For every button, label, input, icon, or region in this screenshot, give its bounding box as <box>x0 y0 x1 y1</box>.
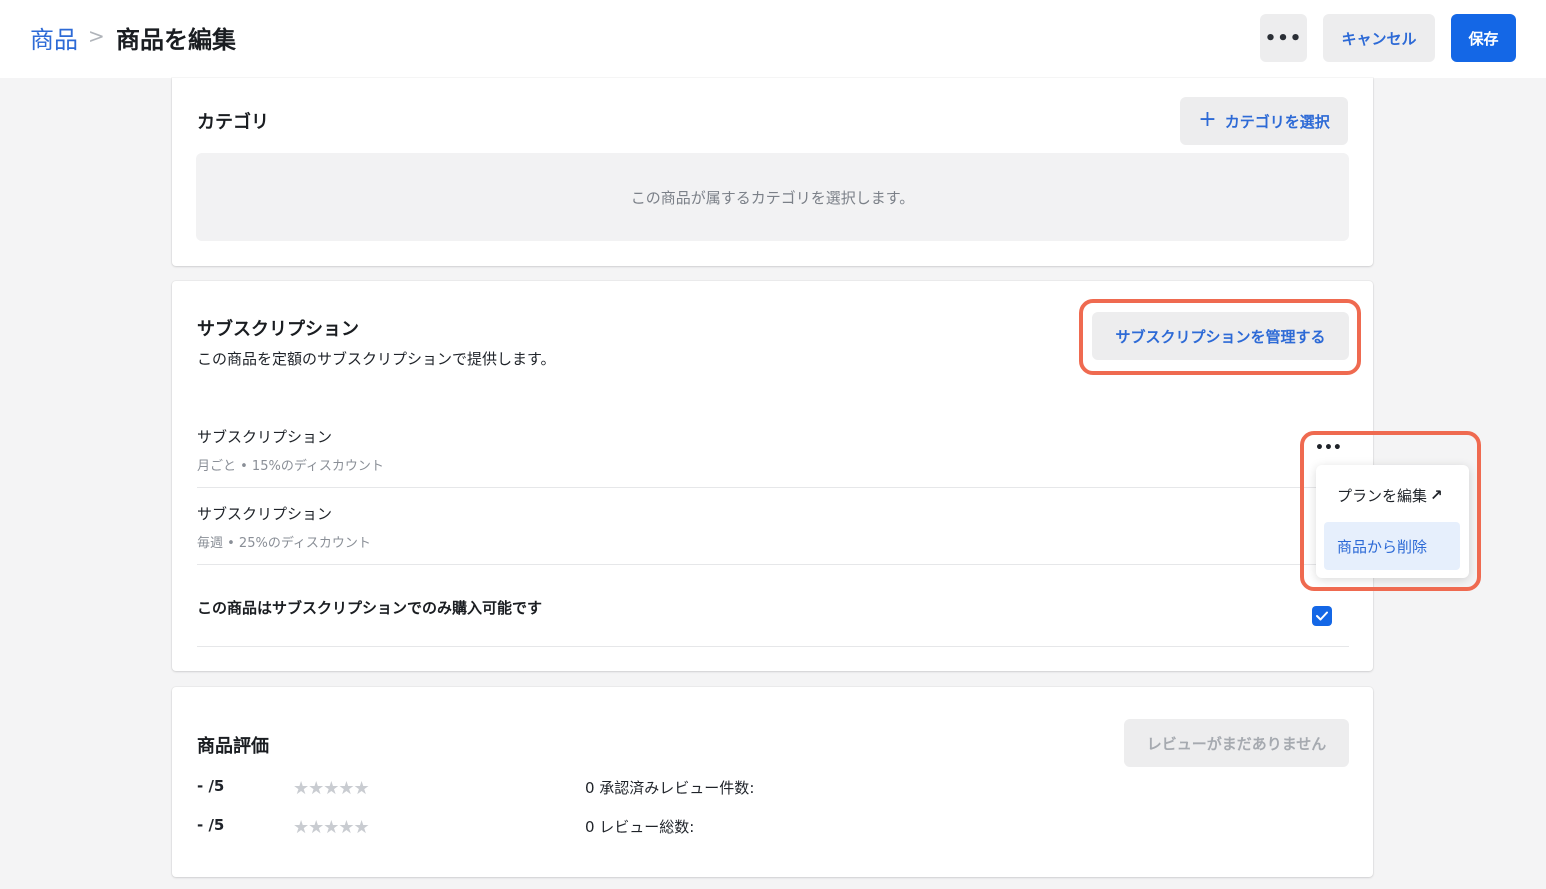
total-review-count: 0 レビュー総数: <box>585 818 695 836</box>
cancel-button[interactable]: キャンセル <box>1323 14 1435 62</box>
plan-name: サブスクリプション <box>197 428 333 446</box>
reviews-card: 商品評価 レビューがまだありません - /5 ★★★★★ 0 承認済みレビュー件… <box>172 687 1373 877</box>
subscription-only-checkbox[interactable] <box>1312 606 1332 626</box>
rating-score: - /5 <box>197 777 225 795</box>
plan-meta: 月ごと • 15%のディスカウント <box>197 459 384 474</box>
top-header: 商品 > 商品を編集 ••• キャンセル 保存 <box>0 0 1546 78</box>
category-empty-text: この商品が属するカテゴリを選択します。 <box>630 188 915 207</box>
save-button[interactable]: 保存 <box>1451 14 1516 62</box>
more-icon: ••• <box>1264 27 1303 49</box>
plan-name: サブスクリプション <box>197 505 333 523</box>
category-title: カテゴリ <box>197 112 269 133</box>
rating-row: - /5 ★★★★★ 0 承認済みレビュー件数: <box>197 777 1349 801</box>
rating-score: - /5 <box>197 816 225 834</box>
divider <box>197 646 1349 647</box>
category-empty-state: この商品が属するカテゴリを選択します。 <box>196 153 1349 241</box>
plus-icon: + <box>1198 107 1217 132</box>
subscription-plan-row: サブスクリプション 毎週 • 25%のディスカウント <box>197 503 1349 551</box>
page-title: 商品を編集 <box>116 26 236 54</box>
subscription-only-label: この商品はサブスクリプションでのみ購入可能です <box>197 599 543 617</box>
plan-meta: 毎週 • 25%のディスカウント <box>197 536 371 551</box>
breadcrumb-products-link[interactable]: 商品 <box>30 20 78 55</box>
checkmark-icon <box>1316 611 1328 621</box>
divider <box>197 487 1349 488</box>
subscription-plan-row: サブスクリプション 月ごと • 15%のディスカウント <box>197 426 1349 474</box>
select-category-label: カテゴリを選択 <box>1224 112 1330 131</box>
divider <box>197 564 1349 565</box>
reviews-title: 商品評価 <box>197 736 269 757</box>
more-actions-button[interactable]: ••• <box>1260 14 1307 62</box>
approved-review-count: 0 承認済みレビュー件数: <box>585 779 755 797</box>
highlight-manage-button <box>1079 299 1361 375</box>
no-reviews-button: レビューがまだありません <box>1124 719 1349 767</box>
subscription-title: サブスクリプション <box>197 319 359 340</box>
select-category-button[interactable]: + カテゴリを選択 <box>1180 97 1348 145</box>
rating-row: - /5 ★★★★★ 0 レビュー総数: <box>197 816 1349 840</box>
star-rating-icon: ★★★★★ <box>293 778 370 799</box>
subscription-description: この商品を定額のサブスクリプションで提供します。 <box>197 350 556 368</box>
breadcrumb-chevron-icon: > <box>88 24 105 48</box>
category-card: カテゴリ + カテゴリを選択 この商品が属するカテゴリを選択します。 <box>172 78 1373 266</box>
highlight-plan-menu <box>1300 431 1481 591</box>
star-rating-icon: ★★★★★ <box>293 817 370 838</box>
